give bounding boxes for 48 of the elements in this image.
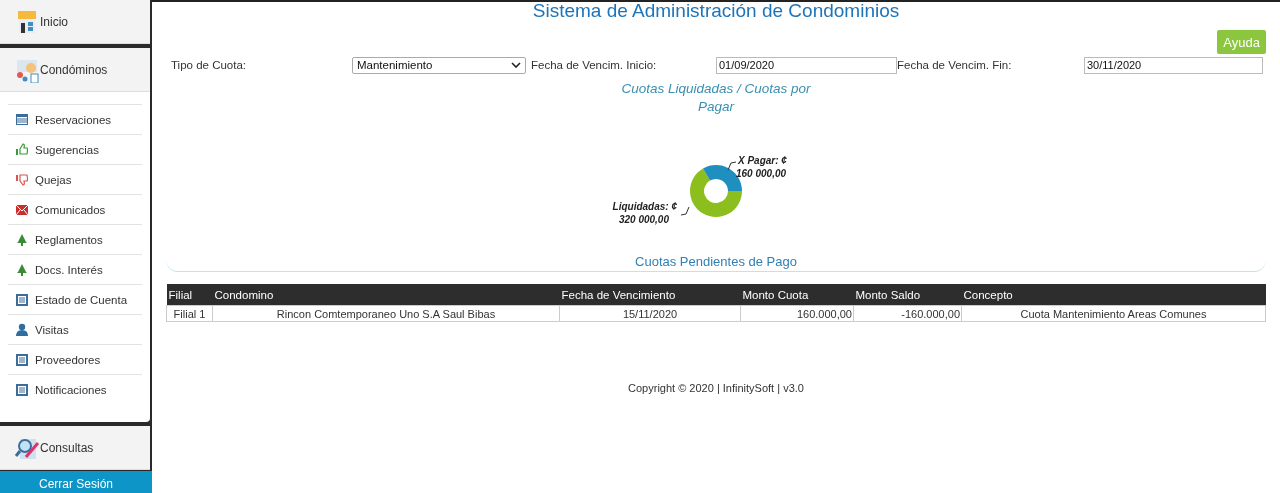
footer-text: Copyright © 2020 | InfinitySoft | v3.0 — [627, 382, 805, 394]
thumbs-up-icon — [15, 142, 29, 157]
data-label: 320 000,00 — [618, 213, 669, 226]
column-header: Monto Saldo — [853, 284, 962, 306]
field-label: Fecha de Vencim. Fin: — [897, 59, 1013, 71]
menu-item[interactable]: Quejas — [8, 164, 142, 194]
column-header: Condomino — [212, 284, 560, 306]
menu-item[interactable]: Docs. Interés — [8, 254, 142, 284]
column-header: Filial — [166, 284, 213, 306]
menu-item[interactable]: Estado de Cuenta — [8, 284, 142, 314]
list-icon — [15, 292, 29, 307]
dropdown[interactable]: Mantenimiento — [352, 56, 526, 74]
date-field[interactable]: 01/09/2020 — [716, 56, 897, 74]
field-label: Fecha de Vencim. Inicio: — [531, 59, 658, 71]
table-cell: Filial 1 — [166, 305, 213, 322]
menu-item[interactable]: Comunicados — [8, 194, 142, 224]
list-icon — [15, 382, 29, 397]
column-header: Concepto — [961, 284, 1266, 306]
menu-item[interactable]: Visitas — [8, 314, 142, 344]
menu-item[interactable]: Proveedores — [8, 344, 142, 374]
table-cell: 160.000,00 — [740, 305, 854, 322]
table-cell: 15/11/2020 — [559, 305, 741, 322]
column-header: Monto Cuota — [740, 284, 854, 306]
data-label: 160 000,00 — [736, 167, 787, 180]
list-icon — [15, 352, 29, 367]
thumbs-down-icon — [15, 172, 29, 187]
calendar-icon — [15, 112, 29, 127]
data-label: X Pagar: ¢ — [738, 154, 787, 167]
table-cell: Cuota Mantenimiento Areas Comunes — [961, 305, 1266, 322]
person-icon — [15, 322, 29, 337]
menu-item[interactable]: Sugerencias — [8, 134, 142, 164]
table-cell: Rincon Comtemporaneo Uno S.A Saul Bibas — [212, 305, 560, 322]
leader-line — [727, 161, 737, 171]
table-cell: -160.000,00 — [853, 305, 962, 322]
menu-item[interactable]: Reglamentos — [8, 224, 142, 254]
envelope-icon — [15, 202, 29, 217]
menu-item[interactable]: Reservaciones — [8, 104, 142, 134]
section-title: Cuotas Pendientes de Pago — [634, 254, 798, 269]
date-field[interactable]: 30/11/2020 — [1084, 56, 1263, 74]
leader-line — [680, 206, 690, 216]
column-header: Fecha de Vencimiento — [559, 284, 741, 306]
chevron-down-icon — [511, 62, 521, 68]
field-label: Tipo de Cuota: — [171, 59, 247, 71]
chart-title: Cuotas Liquidadas / Cuotas por Pagar — [620, 80, 812, 116]
page-title: Sistema de Administración de Condominios — [531, 2, 901, 20]
menu-item[interactable]: Notificaciones — [8, 374, 142, 404]
menu-section[interactable]: Condóminos — [0, 48, 150, 92]
data-label: Liquidadas: ¢ — [612, 200, 677, 213]
